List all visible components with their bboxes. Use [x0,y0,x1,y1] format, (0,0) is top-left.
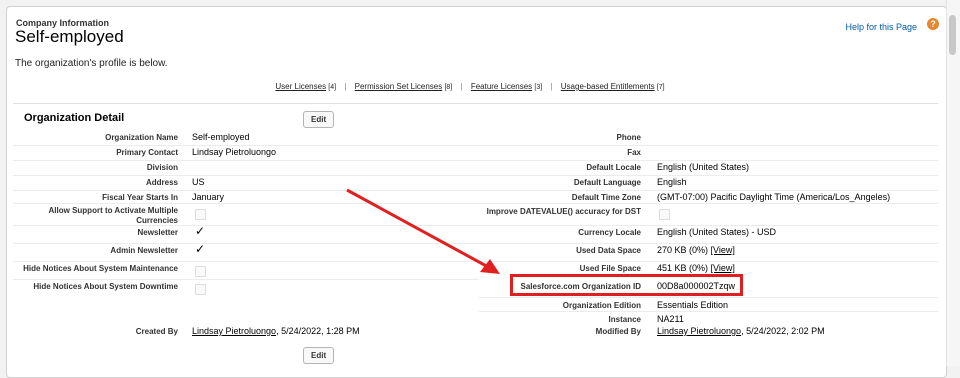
annotation-arrow-icon [346,188,500,274]
scrollbar-thumb[interactable] [949,15,956,55]
annotation-arrow-head [480,259,500,274]
annotation-arrow-shaft [346,188,491,270]
